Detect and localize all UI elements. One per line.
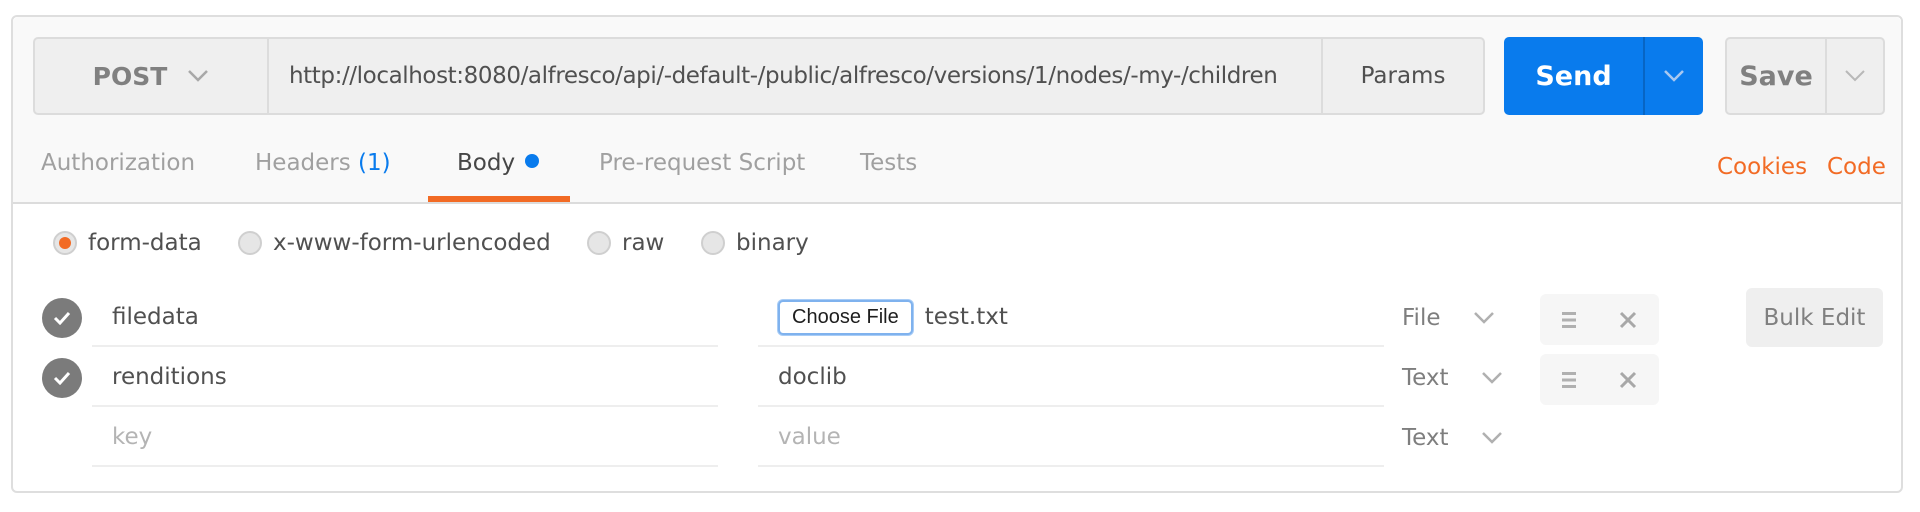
tab-pre-request-script[interactable]: Pre-request Script <box>599 150 805 176</box>
tab-body[interactable]: Body <box>457 150 540 176</box>
active-tab-indicator <box>428 196 570 202</box>
radio-label: form-data <box>88 230 202 256</box>
chevron-down-icon <box>1481 432 1502 444</box>
value-field[interactable]: Choose File test.txt <box>758 289 1384 347</box>
row-enabled-checkbox[interactable] <box>42 298 82 338</box>
radio-binary[interactable]: binary <box>701 230 809 256</box>
radio-label: raw <box>622 230 665 256</box>
cookies-link[interactable]: Cookies <box>1717 154 1807 180</box>
file-name: test.txt <box>924 304 1008 330</box>
headers-count-badge: (1) <box>358 150 391 176</box>
chevron-down-icon <box>1845 70 1865 82</box>
radio-unselected-icon <box>587 231 611 255</box>
radio-x-www-form-urlencoded[interactable]: x-www-form-urlencoded <box>238 230 551 256</box>
chevron-down-icon <box>1481 372 1502 384</box>
tab-headers-label: Headers <box>255 150 351 176</box>
checkmark-icon <box>53 371 71 385</box>
type-select[interactable]: File <box>1402 305 1495 331</box>
tab-tests[interactable]: Tests <box>860 150 917 176</box>
save-dropdown-button[interactable] <box>1827 39 1883 113</box>
radio-label: x-www-form-urlencoded <box>273 230 551 256</box>
radio-selected-icon <box>53 231 77 255</box>
new-key-input[interactable]: key <box>92 409 718 467</box>
tab-headers[interactable]: Headers (1) <box>255 150 391 176</box>
choose-file-button[interactable]: Choose File <box>778 299 913 335</box>
new-value-input[interactable]: value <box>758 409 1384 467</box>
row-actions <box>1540 294 1659 345</box>
request-bar: POST http://localhost:8080/alfresco/api/… <box>33 37 1485 115</box>
drag-handle-icon[interactable] <box>1561 311 1576 329</box>
send-button[interactable]: Send <box>1504 37 1645 115</box>
request-builder-panel: POST http://localhost:8080/alfresco/api/… <box>11 15 1903 493</box>
chevron-down-icon <box>1664 70 1684 82</box>
send-button-group: Send <box>1504 37 1703 115</box>
tab-body-label: Body <box>457 150 516 176</box>
bulk-edit-button[interactable]: Bulk Edit <box>1746 288 1883 347</box>
chevron-down-icon <box>188 70 209 82</box>
delete-row-icon[interactable] <box>1619 311 1637 329</box>
tab-authorization[interactable]: Authorization <box>41 150 195 176</box>
send-dropdown-button[interactable] <box>1645 37 1703 115</box>
chevron-down-icon <box>1473 312 1494 324</box>
modified-dot-icon <box>525 154 540 168</box>
drag-handle-icon[interactable] <box>1561 371 1576 389</box>
row-actions <box>1540 354 1659 405</box>
type-select[interactable]: Text <box>1402 425 1503 451</box>
url-input[interactable]: http://localhost:8080/alfresco/api/-defa… <box>269 39 1321 113</box>
save-button-group: Save <box>1725 37 1885 115</box>
request-header-area: POST http://localhost:8080/alfresco/api/… <box>13 17 1901 204</box>
type-label: File <box>1402 305 1441 331</box>
type-select[interactable]: Text <box>1402 365 1503 391</box>
type-label: Text <box>1402 365 1449 391</box>
radio-unselected-icon <box>701 231 725 255</box>
radio-raw[interactable]: raw <box>587 230 664 256</box>
key-field[interactable]: renditions <box>92 349 718 407</box>
row-enabled-checkbox[interactable] <box>42 358 82 398</box>
params-button[interactable]: Params <box>1321 39 1483 113</box>
save-button[interactable]: Save <box>1727 39 1827 113</box>
code-link[interactable]: Code <box>1827 154 1886 180</box>
radio-unselected-icon <box>238 231 262 255</box>
method-select[interactable]: POST <box>35 39 269 113</box>
key-field[interactable]: filedata <box>92 289 718 347</box>
method-label: POST <box>92 61 168 91</box>
radio-form-data[interactable]: form-data <box>53 230 202 256</box>
type-label: Text <box>1402 425 1449 451</box>
value-field[interactable]: doclib <box>758 349 1384 407</box>
delete-row-icon[interactable] <box>1619 371 1637 389</box>
radio-label: binary <box>736 230 809 256</box>
checkmark-icon <box>53 311 71 325</box>
